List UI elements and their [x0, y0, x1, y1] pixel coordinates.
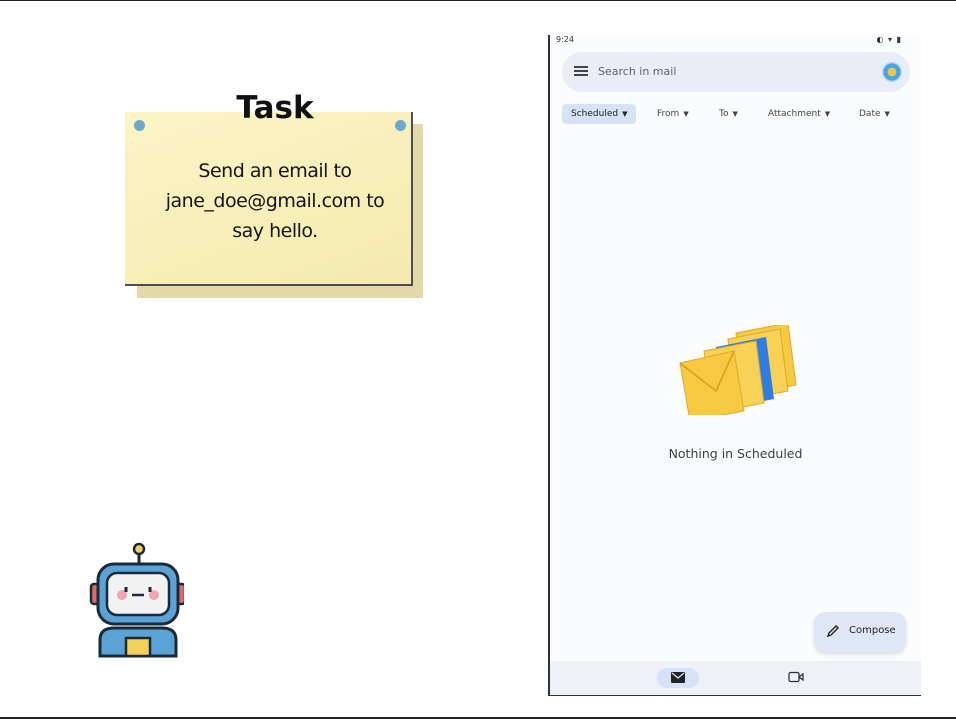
envelopes-illustration	[679, 325, 797, 415]
menu-icon[interactable]	[574, 66, 588, 76]
bottom-border	[0, 717, 956, 719]
bottom-nav	[550, 661, 921, 695]
chip-from[interactable]: From ▼	[648, 104, 698, 124]
task-text: Send an email to jane_doe@gmail.com to s…	[165, 160, 385, 242]
pencil-icon	[826, 625, 839, 638]
empty-state-text: Nothing in Scheduled	[668, 446, 803, 461]
search-bar[interactable]: Search in mail	[562, 52, 910, 92]
search-input[interactable]: Search in mail	[598, 65, 676, 78]
caret-down-icon: ▼	[732, 110, 738, 118]
status-icons: ◐ ▾ ▮	[876, 35, 902, 44]
caret-down-icon: ▼	[622, 110, 628, 118]
avatar[interactable]	[882, 62, 902, 82]
top-border	[0, 0, 956, 1]
compose-label: Compose	[849, 625, 896, 636]
caret-down-icon: ▼	[884, 110, 890, 118]
caret-down-icon: ▼	[683, 110, 689, 118]
video-icon[interactable]	[788, 671, 804, 683]
robot-icon	[89, 542, 184, 658]
status-time: 9:24	[556, 35, 574, 44]
nav-mail[interactable]	[657, 668, 699, 688]
chip-date[interactable]: Date ▼	[850, 104, 899, 124]
compose-button[interactable]: Compose	[814, 612, 906, 652]
status-bar: 9:24 ◐ ▾ ▮	[556, 35, 916, 47]
chip-to[interactable]: To ▼	[710, 104, 747, 124]
caret-down-icon: ▼	[824, 110, 831, 118]
chip-attachment[interactable]: Attachment ▼	[759, 104, 839, 124]
chip-scheduled[interactable]: Scheduled ▼	[562, 104, 637, 124]
task-title: Task	[236, 90, 314, 126]
phone-screen: 9:24 ◐ ▾ ▮ Search in mail Scheduled ▼ Fro…	[548, 35, 921, 696]
mail-icon	[671, 672, 685, 683]
